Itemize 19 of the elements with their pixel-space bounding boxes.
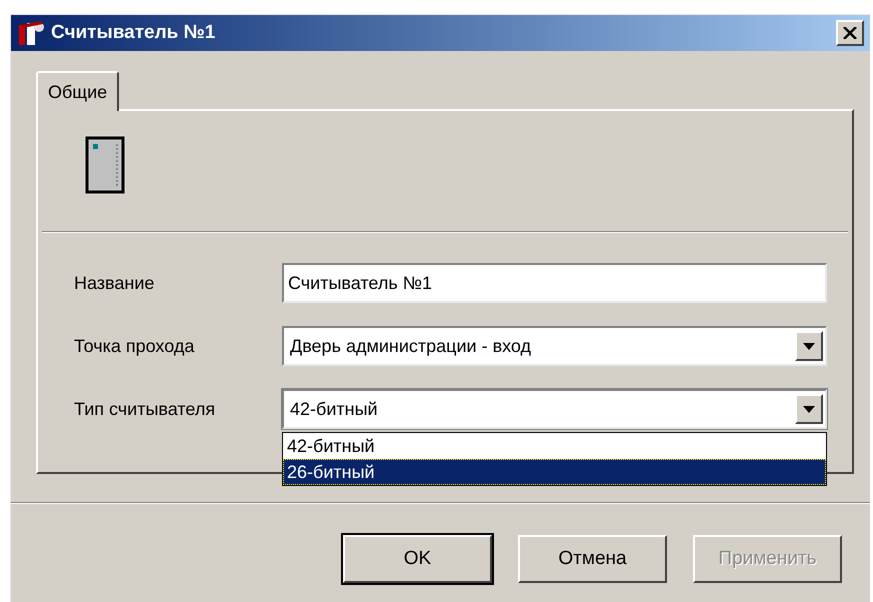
field-label: Тип считывателя <box>74 398 216 420</box>
reader-device-icon <box>85 136 125 194</box>
dropdown-field[interactable]: Дверь администрации - вход <box>282 326 827 366</box>
dropdown-arrow-button[interactable] <box>795 331 823 361</box>
close-button[interactable] <box>836 20 864 46</box>
dropdown-field[interactable]: 42-битный <box>282 389 827 429</box>
field-label: Точка прохода <box>74 334 196 358</box>
dropdown-option[interactable]: 26-битный <box>283 459 826 485</box>
dialog-button[interactable]: Отмена <box>518 535 667 583</box>
field-label: Название <box>74 272 156 294</box>
dropdown-arrow-button[interactable] <box>795 394 823 424</box>
caret-icon <box>803 406 815 412</box>
dialog-button[interactable]: OK <box>343 535 492 583</box>
caret-icon <box>803 342 815 350</box>
tab[interactable]: Общие <box>36 71 120 111</box>
close-icon <box>843 27 857 39</box>
input-field[interactable]: Считыватель №1 <box>282 263 827 303</box>
window-title: Считыватель №1 <box>51 20 216 45</box>
app-icon <box>17 19 47 47</box>
